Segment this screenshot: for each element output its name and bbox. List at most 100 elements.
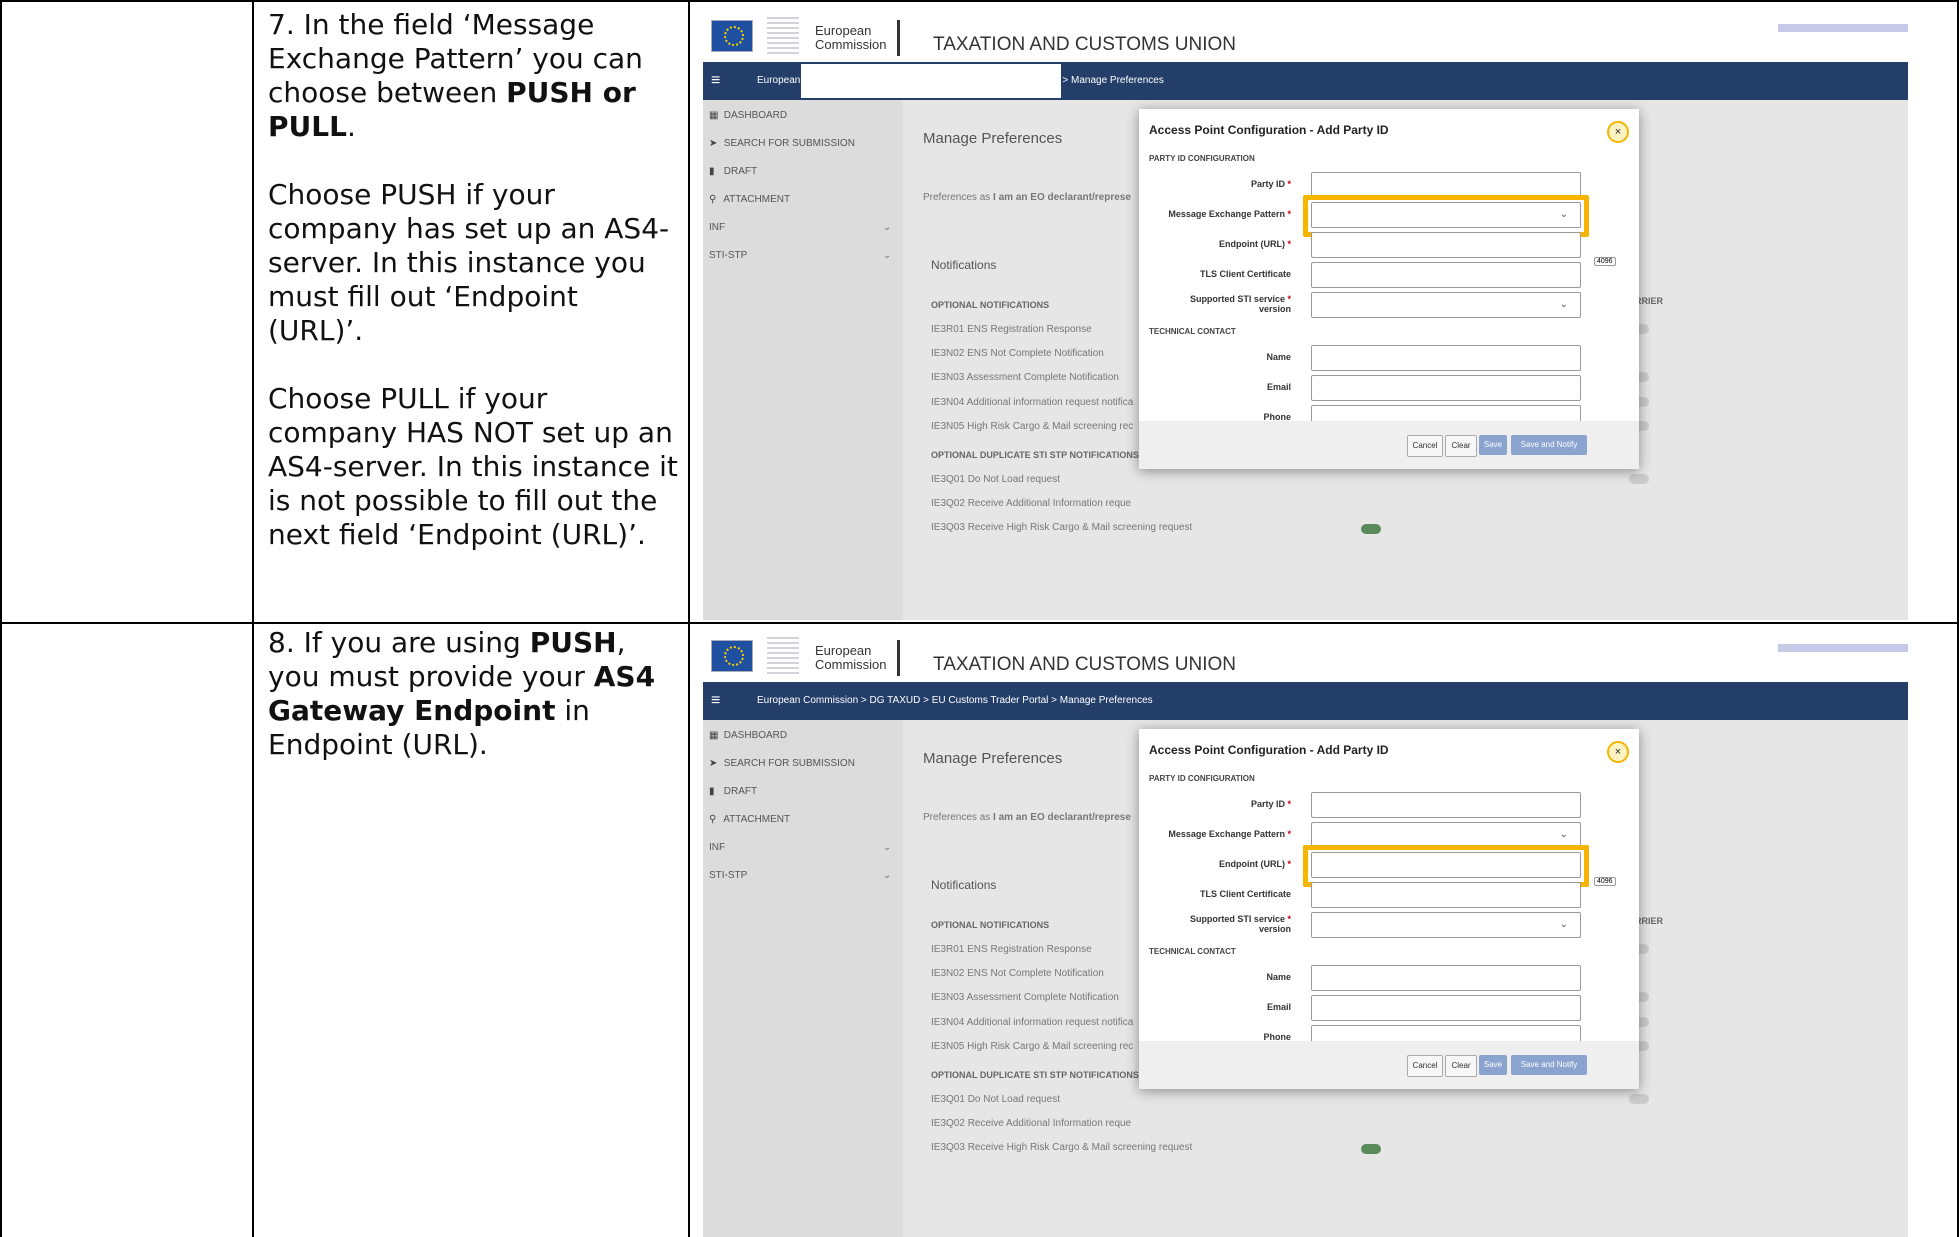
optional-notifications-heading: OPTIONAL NOTIFICATIONS [931,300,1050,310]
cancel-button[interactable]: Cancel [1407,1055,1443,1077]
breadcrumb-start[interactable]: European [757,75,800,86]
endpoint-label: Endpoint (URL) * [1218,239,1291,249]
sidebar-label: SEARCH FOR SUBMISSION [723,758,855,769]
sidebar: ▦ DASHBOARD ➤ SEARCH FOR SUBMISSION ▮ DR… [703,100,903,620]
logged-in-text-redacted [1778,24,1908,32]
message-exchange-pattern-label: Message Exchange Pattern * [1168,209,1291,219]
breadcrumb-current[interactable]: > Manage Preferences [1062,75,1163,86]
sidebar-label: ATTACHMENT [723,814,791,825]
save-and-notify-button[interactable]: Save and Notify [1511,435,1587,455]
sidebar-item-dashboard[interactable]: ▦ DASHBOARD [709,110,787,121]
section-heading: TECHNICAL CONTACT [1149,327,1236,336]
save-button[interactable]: Save [1479,435,1507,455]
save-and-notify-button[interactable]: Save and Notify [1511,1055,1587,1075]
sidebar-item-draft[interactable]: ▮ DRAFT [709,786,757,797]
notification-row: IE3Q02 Receive Additional Information re… [931,1118,1132,1129]
logo-line-1: European [815,643,872,658]
notification-row: IE3Q03 Receive High Risk Cargo & Mail sc… [931,522,1193,533]
dashboard-icon: ▦ [709,730,719,741]
chevron-down-icon[interactable]: ⌄ [883,250,891,261]
notifications-heading: Notifications [931,258,997,272]
notification-row: IE3N02 ENS Not Complete Notification [931,968,1104,979]
chevron-down-icon[interactable]: ⌄ [883,222,891,233]
screenshot-step-7: European Commission TAXATION AND CUSTOMS … [703,4,1908,620]
sidebar-item-inf[interactable]: INF [709,222,725,233]
notifications-heading: Notifications [931,878,997,892]
endpoint-input[interactable] [1311,232,1581,258]
notification-row: IE3N05 High Risk Cargo & Mail screening … [931,1041,1134,1052]
tls-label: TLS Client Certificate [1199,269,1291,279]
step-7-paragraph-1: 7. In the field ‘Message Exchange Patter… [268,8,678,144]
toggle-switch[interactable] [1361,1144,1381,1154]
sidebar-item-sti-stp[interactable]: STI-STP [709,870,747,881]
notification-row: IE3N03 Assessment Complete Notification [931,992,1119,1003]
highlight-box [1303,845,1589,887]
optional-notifications-heading: OPTIONAL NOTIFICATIONS [931,920,1050,930]
menu-icon[interactable]: ≡ [711,692,720,710]
chevron-down-icon[interactable]: ⌄ [883,870,891,881]
redaction-box [801,64,1061,98]
sidebar-item-inf[interactable]: INF [709,842,725,853]
logo-line-2: Commission [815,657,887,672]
name-input[interactable] [1311,345,1581,371]
sidebar-label: INF [709,222,726,233]
toggle-switch[interactable] [1629,1094,1649,1104]
optional-duplicate-heading: OPTIONAL DUPLICATE STI STP NOTIFICATIONS [931,1070,1139,1080]
email-input[interactable] [1311,995,1581,1021]
sti-version-select[interactable]: ⌄ [1311,292,1581,318]
nav-bar: ≡ European Commission > DG TAXUD > EU Cu… [703,682,1908,720]
preferences-as: Preferences as I am an EO declarant/repr… [923,192,1131,203]
tls-certificate-input[interactable] [1311,262,1581,288]
endpoint-label: Endpoint (URL) * [1218,859,1291,869]
clear-button[interactable]: Clear [1445,1055,1477,1077]
tls-certificate-input[interactable] [1311,882,1581,908]
table-column-divider [688,0,690,1237]
toggle-switch[interactable] [1629,474,1649,484]
sti-version-select[interactable]: ⌄ [1311,912,1581,938]
cancel-button[interactable]: Cancel [1407,435,1443,457]
text-run: 8. If you are using [268,626,530,659]
sidebar: ▦ DASHBOARD ➤ SEARCH FOR SUBMISSION ▮ DR… [703,720,903,1237]
sidebar-label: STI-STP [709,250,748,261]
logo-line-2: Commission [815,37,887,52]
sidebar-item-attachment[interactable]: ⚲ ATTACHMENT [709,814,790,825]
preferences-as: Preferences as I am an EO declarant/repr… [923,812,1131,823]
name-input[interactable] [1311,965,1581,991]
notification-row: IE3N04 Additional information request no… [931,1017,1134,1028]
screenshot-step-8: European Commission TAXATION AND CUSTOMS … [703,624,1908,1237]
sidebar-item-draft[interactable]: ▮ DRAFT [709,166,757,177]
sidebar-item-dashboard[interactable]: ▦ DASHBOARD [709,730,787,741]
modal-title: Access Point Configuration - Add Party I… [1149,123,1389,137]
ec-logo: European Commission [707,10,900,56]
save-button[interactable]: Save [1479,1055,1507,1075]
sidebar-item-search[interactable]: ➤ SEARCH FOR SUBMISSION [709,138,855,149]
sidebar-label: ATTACHMENT [723,194,791,205]
close-icon[interactable]: × [1607,121,1629,143]
char-limit-badge: 4096 [1594,877,1616,886]
email-input[interactable] [1311,375,1581,401]
notification-row: IE3N03 Assessment Complete Notification [931,372,1119,383]
party-id-input[interactable] [1311,792,1581,818]
sidebar-item-attachment[interactable]: ⚲ ATTACHMENT [709,194,790,205]
page-title: Manage Preferences [923,750,1063,767]
sidebar-item-search[interactable]: ➤ SEARCH FOR SUBMISSION [709,758,855,769]
step-8-text: 8. If you are using PUSH, you must provi… [268,626,678,796]
nav-bar: ≡ European > Manage Preferences [703,62,1908,100]
table-border-left [0,0,2,1237]
eu-flag-icon [711,20,753,52]
sidebar-label: DRAFT [723,166,758,177]
notification-row: IE3Q01 Do Not Load request [931,474,1060,485]
sidebar-item-sti-stp[interactable]: STI-STP [709,250,747,261]
toggle-switch[interactable] [1361,524,1381,534]
breadcrumb[interactable]: European Commission > DG TAXUD > EU Cust… [757,695,1153,706]
menu-icon[interactable]: ≡ [711,72,720,90]
notification-row: IE3N02 ENS Not Complete Notification [931,348,1104,359]
close-icon[interactable]: × [1607,741,1629,763]
logo-line-1: European [815,23,872,38]
clear-button[interactable]: Clear [1445,435,1477,457]
chevron-down-icon[interactable]: ⌄ [883,842,891,853]
step-7-text: 7. In the field ‘Message Exchange Patter… [268,8,678,586]
text-run: . [346,110,356,143]
section-heading: PARTY ID CONFIGURATION [1149,154,1255,163]
bold-text: PUSH [529,626,617,659]
